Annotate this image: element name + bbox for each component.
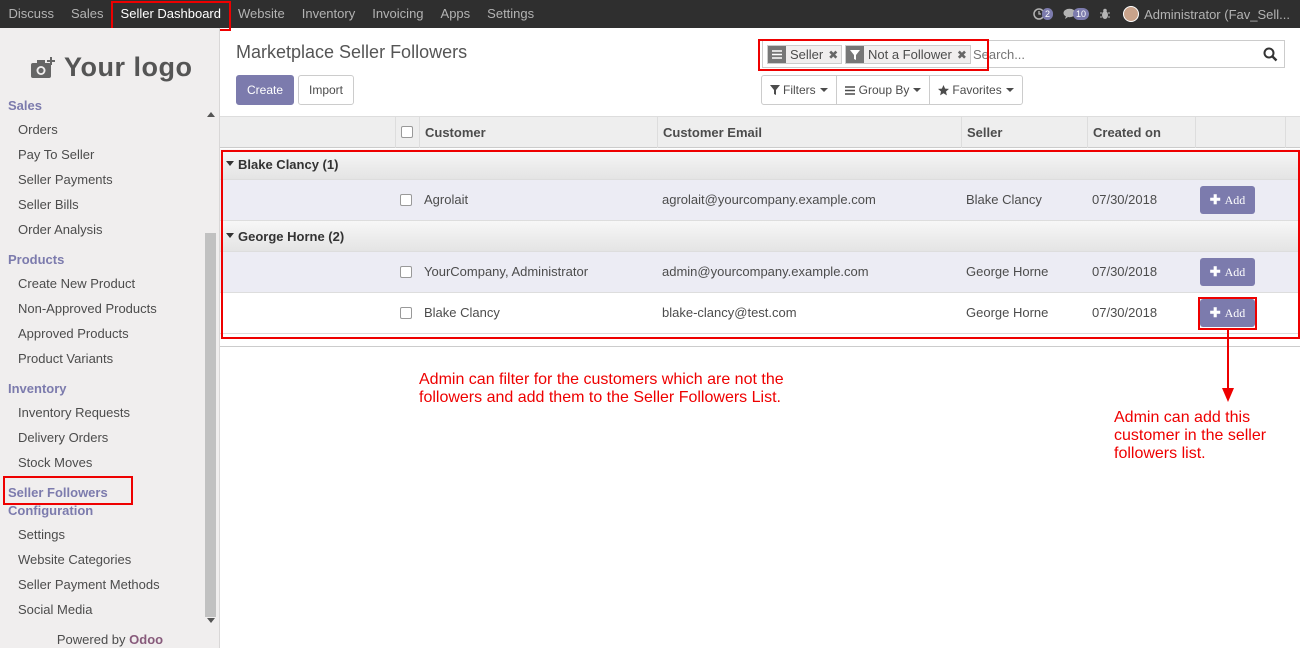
menu-inventory[interactable]: Inventory: [293, 0, 363, 28]
sidebar-item-order-analysis[interactable]: Order Analysis: [18, 222, 103, 237]
sidebar-scrollbar[interactable]: [204, 106, 217, 631]
sidebar-item-website-categories[interactable]: Website Categories: [18, 552, 131, 567]
sidebar-menu: Sales Orders Pay To Seller Seller Paymen…: [0, 98, 204, 621]
sidebar-section-inventory: Inventory: [8, 381, 67, 396]
search-options: Filters Group By Favorites: [761, 75, 1023, 105]
arrow-down-icon: [1222, 388, 1234, 402]
caret-down-icon: [1005, 88, 1014, 92]
bug-icon[interactable]: [1099, 8, 1111, 20]
sidebar-section-sales: Sales: [8, 98, 42, 113]
company-logo: Your logo: [30, 52, 192, 83]
search-icon[interactable]: [1263, 47, 1278, 62]
filter-icon: [770, 85, 780, 95]
annotation-line: Admin can add this: [1114, 409, 1251, 426]
annotation-line: Admin can filter for the customers which…: [419, 371, 784, 388]
sidebar-item-seller-payment-methods[interactable]: Seller Payment Methods: [18, 577, 160, 592]
caret-down-icon: [819, 88, 828, 92]
sidebar-item-social-media[interactable]: Social Media: [18, 602, 92, 617]
sidebar-item-approved-products[interactable]: Approved Products: [18, 326, 129, 341]
select-all-checkbox[interactable]: [401, 126, 413, 138]
sidebar-item-seller-bills[interactable]: Seller Bills: [18, 197, 79, 212]
annotation-line: followers list.: [1114, 445, 1206, 462]
menu-seller-dashboard[interactable]: Seller Dashboard: [111, 0, 231, 31]
sidebar-item-product-variants[interactable]: Product Variants: [18, 351, 113, 366]
menu-sales[interactable]: Sales: [63, 0, 113, 28]
bars-icon: [844, 85, 855, 95]
powered-by: Powered by Odoo: [0, 632, 219, 647]
column-customer[interactable]: Customer: [425, 117, 486, 148]
menu-discuss[interactable]: Discuss: [0, 0, 63, 28]
highlight-search-facets: [758, 39, 989, 71]
favorites-dropdown[interactable]: Favorites: [930, 76, 1021, 104]
user-menu[interactable]: Administrator (Fav_Sell...: [1144, 7, 1290, 22]
messaging-menu[interactable]: 10: [1063, 8, 1090, 20]
annotation-filter-note: Admin can filter for the customers which…: [419, 371, 784, 407]
favorites-label: Favorites: [952, 83, 1002, 97]
sidebar-item-stock-moves[interactable]: Stock Moves: [18, 455, 92, 470]
highlight-seller-followers: [3, 476, 133, 505]
column-seller[interactable]: Seller: [967, 117, 1002, 148]
sidebar-section-configuration: Configuration: [8, 503, 94, 518]
column-customer-email[interactable]: Customer Email: [663, 117, 762, 148]
groupby-label: Group By: [858, 83, 910, 97]
groupby-dropdown[interactable]: Group By: [837, 76, 931, 104]
sidebar-item-non-approved-products[interactable]: Non-Approved Products: [18, 301, 157, 316]
top-navbar: Discuss Sales Seller Dashboard Website I…: [0, 0, 1300, 31]
menu-invoicing[interactable]: Invoicing: [364, 0, 432, 28]
sidebar-item-create-new-product[interactable]: Create New Product: [18, 276, 135, 291]
systray: 2 10 Administrator (Fav_Sell...: [1033, 0, 1290, 28]
logo-text: Your logo: [64, 52, 193, 82]
camera-icon: [31, 56, 55, 78]
menu-settings[interactable]: Settings: [479, 0, 543, 28]
annotation-add-note: Admin can add this customer in the selle…: [1114, 409, 1266, 463]
scroll-down-arrow-icon[interactable]: [207, 618, 215, 623]
highlight-table-rows: [221, 150, 1300, 339]
app-menu: Discuss Sales Seller Dashboard Website I…: [0, 0, 543, 31]
sidebar-item-pay-to-seller[interactable]: Pay To Seller: [18, 147, 94, 162]
odoo-link[interactable]: Odoo: [129, 632, 163, 647]
column-created-on[interactable]: Created on: [1093, 117, 1161, 148]
star-icon: [938, 84, 950, 95]
import-button[interactable]: Import: [298, 75, 354, 105]
filters-dropdown[interactable]: Filters: [762, 76, 837, 104]
menu-apps[interactable]: Apps: [432, 0, 479, 28]
filters-label: Filters: [783, 83, 816, 97]
page-title: Marketplace Seller Followers: [236, 42, 468, 62]
scroll-up-arrow-icon[interactable]: [207, 112, 215, 117]
table-bottom-border: [220, 346, 1300, 347]
sidebar-item-seller-payments[interactable]: Seller Payments: [18, 172, 113, 187]
search-input[interactable]: [973, 45, 1253, 64]
caret-down-icon: [913, 88, 922, 92]
scroll-thumb[interactable]: [205, 233, 216, 617]
powered-by-text: Powered by: [56, 632, 126, 647]
message-count-badge: 10: [1073, 8, 1090, 20]
sidebar-section-products: Products: [8, 252, 65, 267]
sidebar-item-orders[interactable]: Orders: [18, 122, 58, 137]
annotation-line: followers and add them to the Seller Fol…: [419, 389, 781, 406]
annotation-line: customer in the seller: [1114, 427, 1267, 444]
avatar[interactable]: [1123, 6, 1140, 22]
activity-menu[interactable]: 2: [1033, 8, 1054, 20]
table-header: Customer Customer Email Seller Created o…: [220, 116, 1300, 148]
menu-website[interactable]: Website: [230, 0, 294, 28]
sidebar-item-delivery-orders[interactable]: Delivery Orders: [18, 430, 108, 445]
sidebar-item-settings[interactable]: Settings: [18, 527, 65, 542]
create-button[interactable]: Create: [236, 75, 294, 105]
sidebar: Your logo Sales Orders Pay To Seller Sel…: [0, 28, 220, 648]
annotation-arrow: [1227, 330, 1229, 392]
activity-count-badge: 2: [1042, 8, 1054, 20]
highlight-add-button: [1198, 297, 1257, 330]
sidebar-item-inventory-requests[interactable]: Inventory Requests: [18, 405, 130, 420]
